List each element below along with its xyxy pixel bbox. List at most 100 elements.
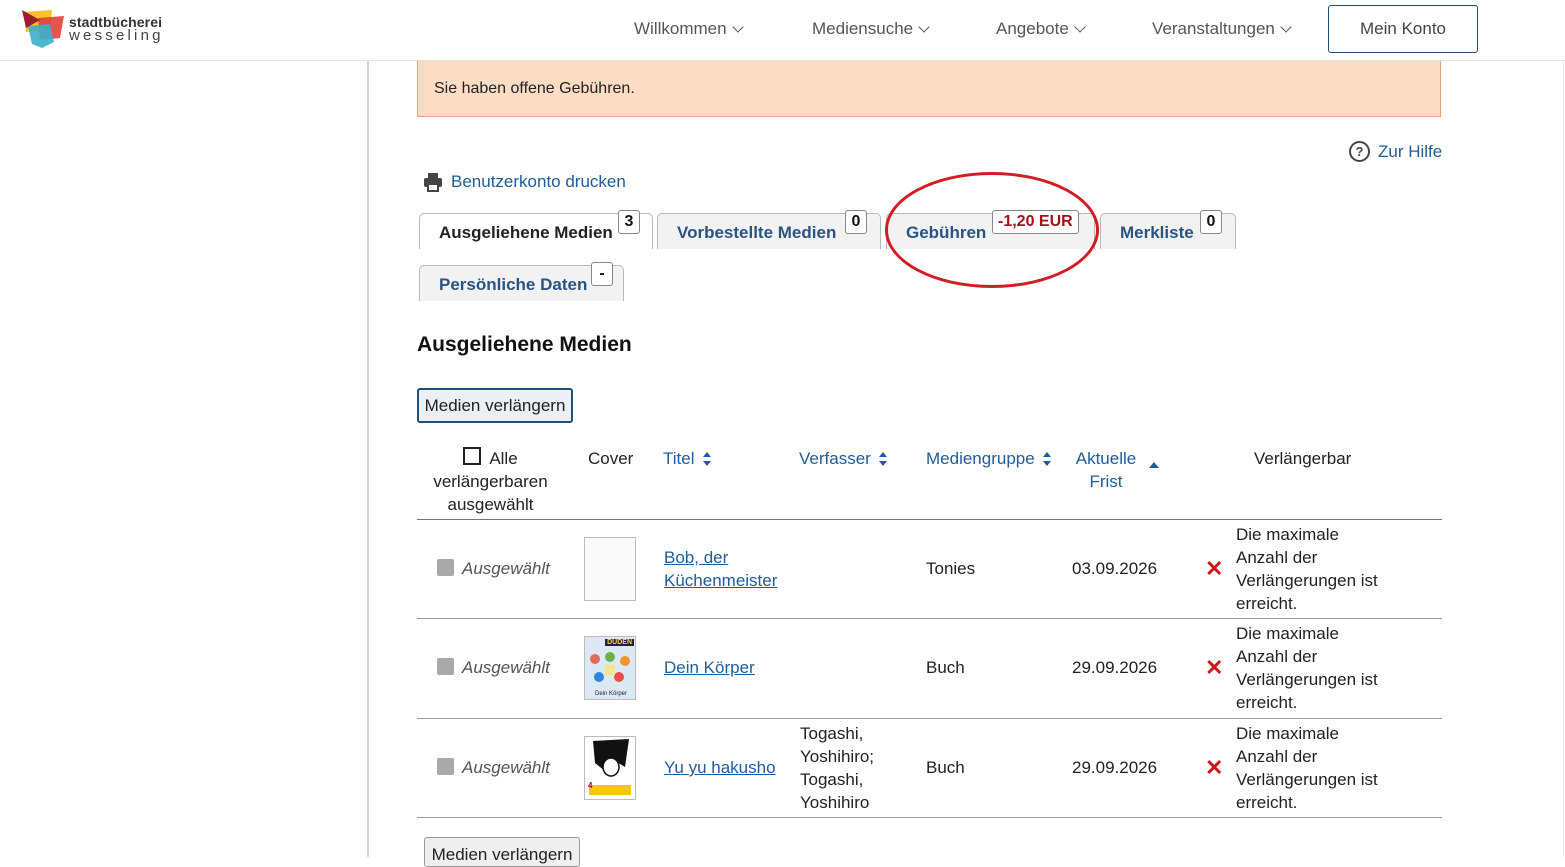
chevron-down-icon	[731, 21, 744, 33]
media-group: Buch	[926, 658, 965, 677]
cover-illustration	[590, 652, 630, 682]
nav-willkommen[interactable]: Willkommen	[634, 19, 744, 39]
due-date: 03.09.2026	[1072, 559, 1158, 578]
renew-line: Verlängerungen ist	[1236, 670, 1378, 689]
nav-veranstaltungen[interactable]: Veranstaltungen	[1152, 19, 1292, 39]
renewable-header: Verlängerbar	[1254, 449, 1352, 468]
print-account-link[interactable]: Benutzerkonto drucken	[423, 172, 626, 192]
author-line: Togashi,	[800, 724, 864, 743]
nav-angebote[interactable]: Angebote	[996, 19, 1086, 39]
renew-line: Verlängerungen ist	[1236, 571, 1378, 590]
author-line: Yoshihiro;	[800, 747, 875, 766]
sort-ascending-icon	[1149, 462, 1159, 468]
media-group: Buch	[926, 758, 965, 777]
media-group: Tonies	[926, 559, 976, 578]
renew-status: Die maximale Anzahl der Verlängerungen i…	[1236, 722, 1378, 814]
renew-line: Die maximale	[1236, 525, 1339, 544]
tab-label: Merkliste	[1120, 223, 1194, 242]
renew-status: Die maximale Anzahl der Verlängerungen i…	[1236, 523, 1378, 615]
renew-line: erreicht.	[1236, 594, 1298, 613]
alert-text: Sie haben offene Gebühren.	[434, 79, 635, 97]
header-label: Mediengruppe	[926, 449, 1035, 468]
title-link[interactable]: Dein Körper	[664, 656, 755, 679]
renew-line: erreicht.	[1236, 793, 1298, 812]
cover-volume: 4	[588, 781, 593, 790]
nav-label: Willkommen	[634, 19, 727, 38]
cover-header: Cover	[588, 449, 634, 468]
not-renewable-icon: ✕	[1205, 655, 1224, 680]
author-sort-header[interactable]: Verfasser	[799, 447, 888, 470]
sort-icon	[878, 451, 888, 466]
header-label: verlängerbaren	[433, 472, 548, 491]
tab-persoenliche-daten[interactable]: Persönliche Daten -	[419, 262, 624, 301]
title-line[interactable]: Dein Körper	[664, 656, 755, 679]
count-badge: 0	[1200, 210, 1222, 234]
tab-label: Ausgeliehene Medien	[439, 223, 613, 242]
header-label: Alle	[489, 449, 518, 468]
cover-image: 4	[584, 736, 636, 800]
row-checkbox-disabled	[437, 658, 454, 675]
renew-line: Die maximale	[1236, 724, 1339, 743]
renew-line: Anzahl der	[1236, 747, 1318, 766]
not-renewable-icon: ✕	[1205, 556, 1224, 581]
title-link[interactable]: Yu yu hakusho	[664, 756, 776, 779]
help-link[interactable]: ? Zur Hilfe	[1349, 141, 1442, 162]
nav-mediensuche[interactable]: Mediensuche	[812, 19, 930, 39]
table-divider	[417, 718, 1442, 719]
renew-status: Die maximale Anzahl der Verlängerungen i…	[1236, 622, 1378, 714]
selected-label: Ausgewählt	[462, 758, 550, 777]
sort-icon	[702, 451, 712, 466]
header-label: Titel	[663, 449, 695, 468]
author-line: Togashi,	[800, 770, 864, 789]
title-line[interactable]: Küchenmeister	[664, 569, 777, 592]
title-line[interactable]: Yu yu hakusho	[664, 756, 776, 779]
section-title: Ausgeliehene Medien	[417, 333, 632, 356]
renew-line: Verlängerungen ist	[1236, 770, 1378, 789]
library-logo[interactable]: stadtbücherei wesseling	[20, 8, 170, 52]
tab-gebuehren[interactable]: Gebühren -1,20 EUR	[886, 210, 1095, 249]
due-date: 29.09.2026	[1072, 658, 1158, 677]
title-sort-header[interactable]: Titel	[663, 447, 712, 470]
row-checkbox-disabled	[437, 559, 454, 576]
cover-illustration	[589, 739, 631, 795]
sort-icon	[1042, 451, 1052, 466]
group-sort-header[interactable]: Mediengruppe	[926, 447, 1052, 470]
nav-label: Angebote	[996, 19, 1069, 38]
renew-line: Anzahl der	[1236, 548, 1318, 567]
chevron-down-icon	[1280, 21, 1292, 33]
header-label: ausgewählt	[447, 495, 534, 514]
scrollbar-track[interactable]	[1563, 61, 1564, 857]
renew-media-button[interactable]: Medien verlängern	[417, 388, 573, 423]
renew-line: erreicht.	[1236, 693, 1298, 712]
select-all-header[interactable]: Alle verlängerbaren ausgewählt	[433, 447, 548, 516]
header-label: Aktuelle	[1075, 449, 1137, 468]
author: Togashi, Yoshihiro; Togashi, Yoshihiro	[800, 722, 874, 814]
due-sort-header[interactable]: Aktuelle Frist	[1075, 447, 1137, 493]
tab-label: Gebühren	[906, 223, 987, 242]
tab-merkliste[interactable]: Merkliste 0	[1100, 210, 1236, 249]
selected-label: Ausgewählt	[462, 658, 550, 677]
header-label: Frist	[1089, 472, 1123, 491]
tab-label: Persönliche Daten	[439, 275, 588, 294]
nav-label: Veranstaltungen	[1152, 19, 1275, 38]
select-all-checkbox[interactable]	[463, 447, 482, 465]
fee-badge: -1,20 EUR	[992, 210, 1079, 234]
logo-line2: wesseling	[69, 27, 164, 44]
table-divider	[417, 817, 1442, 818]
author-line: Yoshihiro	[800, 793, 870, 812]
renew-media-button-bottom[interactable]: Medien verlängern	[424, 837, 580, 867]
selected-label: Ausgewählt	[462, 559, 550, 578]
tab-ausgeliehene-medien[interactable]: Ausgeliehene Medien 3	[419, 210, 653, 249]
my-account-button[interactable]: Mein Konto	[1328, 5, 1478, 53]
tab-vorbestellte-medien[interactable]: Vorbestellte Medien 0	[657, 210, 881, 249]
help-label: Zur Hilfe	[1378, 141, 1443, 161]
renew-line: Die maximale	[1236, 624, 1339, 643]
title-line[interactable]: Bob, der	[664, 546, 777, 569]
title-link[interactable]: Bob, der Küchenmeister	[664, 546, 777, 592]
chevron-down-icon	[918, 21, 930, 33]
row-checkbox-disabled	[437, 758, 454, 775]
count-badge: 3	[618, 210, 640, 234]
logo-wordmark: stadtbücherei wesseling	[69, 15, 164, 43]
chevron-down-icon	[1074, 21, 1086, 33]
print-label: Benutzerkonto drucken	[451, 172, 626, 191]
